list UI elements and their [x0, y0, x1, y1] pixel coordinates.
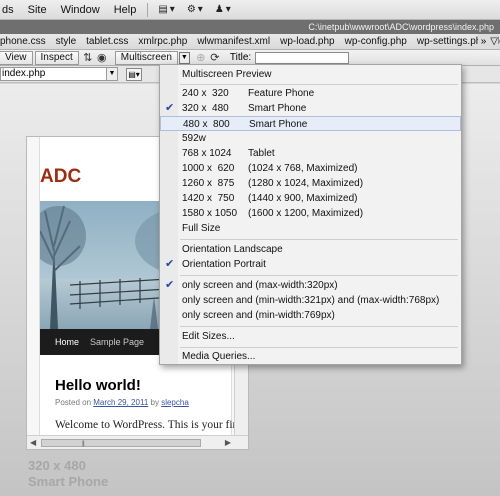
orientation-landscape[interactable]: Orientation Landscape [160, 242, 461, 257]
size-full[interactable]: Full Size [160, 221, 461, 236]
related-files-controls: » ▽ [477, 34, 498, 49]
related-file[interactable]: phone.css [0, 36, 51, 47]
size-1580x1050[interactable]: 1580 x 1050 (1600 x 1200, Maximized) [160, 206, 461, 221]
author-link[interactable]: slepcha [161, 398, 189, 407]
related-file[interactable]: wlwmanifest.xml [192, 36, 275, 47]
media-queries-item[interactable]: Media Queries... [160, 349, 461, 364]
refresh-icon[interactable]: ⟳ [208, 51, 222, 64]
scroll-left-icon[interactable]: ◀ [30, 438, 36, 447]
menu-window[interactable]: Window [54, 0, 107, 20]
grip-icon: ||| [82, 441, 85, 447]
nav-sample-page[interactable]: Sample Page [87, 329, 152, 355]
related-file[interactable]: wp-config.php [340, 36, 412, 47]
size-1420x750[interactable]: 1420 x 750 (1440 x 900, Maximized) [160, 191, 461, 206]
filter-icon[interactable]: ▽ [490, 34, 498, 49]
size-1000x620[interactable]: 1000 x 620 (1024 x 768, Maximized) [160, 161, 461, 176]
scroll-thumb[interactable]: ||| [41, 439, 201, 447]
menu-header-multiscreen-preview[interactable]: Multiscreen Preview [160, 67, 461, 82]
site-icon: ♟ [214, 4, 224, 15]
extensions-menu-button[interactable]: ⚙ ▾ [181, 4, 209, 15]
by-label: by [150, 398, 159, 407]
nav-home[interactable]: Home [40, 329, 87, 355]
post-date-link[interactable]: March 29, 2011 [93, 398, 148, 407]
inspect-button[interactable]: Inspect [34, 50, 79, 65]
code-navigator-icon[interactable]: ▤▾ [126, 67, 142, 81]
menu-separator [180, 84, 458, 85]
chevron-down-icon: ▼ [106, 68, 117, 80]
preview-size-name: Smart Phone [28, 474, 109, 489]
scroll-right-icon[interactable]: ▶ [225, 438, 231, 447]
title-input[interactable] [255, 51, 350, 64]
post-title[interactable]: Hello world! [55, 377, 141, 394]
size-592w[interactable]: 592w [160, 131, 461, 146]
post-body: Welcome to WordPress. This is your firs [55, 419, 241, 431]
size-320x480[interactable]: ✔ 320 x 480 Smart Phone [160, 101, 461, 116]
preview-size-dims: 320 x 480 [28, 458, 86, 473]
checkmark-icon: ✔ [165, 258, 175, 270]
gear-icon: ⚙ [186, 4, 196, 15]
related-file[interactable]: wp-load.php [275, 36, 339, 47]
menu-site[interactable]: Site [21, 0, 54, 20]
checkmark-icon: ✔ [165, 102, 175, 114]
size-240x320[interactable]: 240 x 320 Feature Phone [160, 86, 461, 101]
orientation-portrait[interactable]: ✔ Orientation Portrait [160, 257, 461, 272]
related-file[interactable]: xmlrpc.php [133, 36, 192, 47]
related-file[interactable]: style [51, 36, 82, 47]
size-768x1024[interactable]: 768 x 1024 Tablet [160, 146, 461, 161]
multiscreen-dropdown-arrow[interactable]: ▼ [178, 51, 190, 64]
menu-help[interactable]: Help [107, 0, 144, 20]
edit-sizes-item[interactable]: Edit Sizes... [160, 329, 461, 344]
menu-separator [147, 2, 149, 17]
menu-bar: ds Site Window Help ▤ ▾ ⚙ ▾ ♟ ▾ [0, 0, 500, 20]
media-query-min-769[interactable]: only screen and (min-width:769px) [160, 308, 461, 323]
checkmark-icon: ✔ [165, 279, 175, 291]
menu-separator [180, 326, 458, 327]
menu-ds[interactable]: ds [0, 0, 21, 20]
site-title[interactable]: ADC [40, 166, 81, 188]
view-button[interactable]: View [0, 50, 33, 65]
multiscreen-button[interactable]: Multiscreen [114, 50, 178, 65]
horizontal-scrollbar[interactable]: ◀ ||| ▶ [27, 435, 248, 449]
menu-separator [180, 239, 458, 240]
related-file[interactable]: tablet.css [81, 36, 133, 47]
layout-icon: ▤ [158, 4, 168, 15]
media-query-321-768[interactable]: only screen and (min-width:321px) and (m… [160, 293, 461, 308]
file-select-value: index.php [2, 68, 46, 79]
title-label: Title: [229, 52, 252, 63]
layout-menu-button[interactable]: ▤ ▾ [152, 4, 180, 15]
file-select[interactable]: index.php ▼ [0, 67, 118, 81]
visual-aids-icon[interactable]: ⊕ [194, 51, 208, 64]
multiscreen-dropdown-menu: Multiscreen Preview 240 x 320 Feature Pho… [159, 64, 462, 365]
browser-preview-icon[interactable]: ◉ [95, 51, 109, 64]
size-480x800[interactable]: 480 x 800 Smart Phone [160, 116, 461, 131]
more-files-icon[interactable]: » [481, 34, 487, 49]
file-management-icon[interactable]: ⇅ [81, 51, 95, 64]
media-query-max-320[interactable]: ✔ only screen and (max-width:320px) [160, 278, 461, 293]
related-files-bar: phone.css style tablet.css xmlrpc.php wl… [0, 34, 500, 50]
size-1260x875[interactable]: 1260 x 875 (1280 x 1024, Maximized) [160, 176, 461, 191]
site-menu-button[interactable]: ♟ ▾ [209, 4, 237, 15]
preview-size-label: 320 x 480 Smart Phone [28, 458, 108, 490]
posted-on-label: Posted on [55, 398, 92, 407]
menu-separator [180, 347, 458, 348]
menu-separator [180, 275, 458, 276]
file-path-bar: C:\inetpub\wwwroot\ADC\wordpress\index.p… [0, 20, 500, 34]
post-meta: Posted on March 29, 2011 by slepcha [55, 398, 189, 407]
